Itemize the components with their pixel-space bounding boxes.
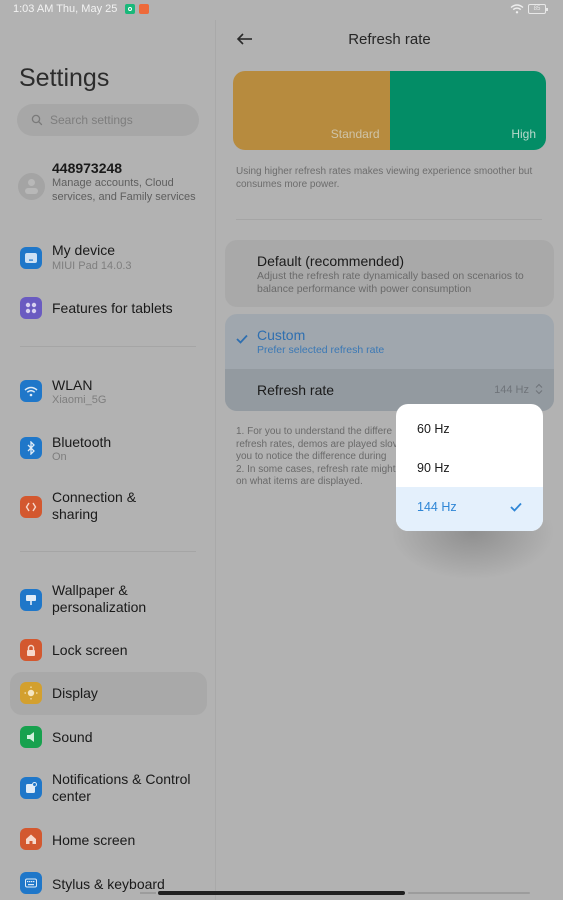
option-custom[interactable]: Custom Prefer selected refresh rate Refr… — [225, 314, 554, 411]
refresh-rate-preview-banner: Standard High — [233, 71, 546, 150]
lock-icon — [20, 639, 42, 661]
nav-track — [140, 892, 156, 894]
pane-divider — [215, 20, 216, 900]
divider — [236, 219, 542, 220]
grid-icon — [20, 297, 42, 319]
checkmark-icon — [236, 334, 248, 344]
refresh-rate-label: Refresh rate — [257, 382, 335, 398]
page-title: Settings — [19, 64, 110, 92]
battery-icon: 85 — [528, 4, 548, 14]
detail-title: Refresh rate — [348, 31, 431, 48]
sidebar-item-features-for-tablets[interactable]: Features for tablets — [10, 294, 207, 322]
sidebar-item-home-screen[interactable]: Home screen — [10, 826, 207, 854]
sidebar-item-label: Wallpaper & personalization — [52, 582, 147, 615]
wifi-icon — [510, 4, 524, 14]
high-preview: High — [389, 71, 546, 150]
sidebar-item-label: Display — [52, 685, 98, 701]
sidebar-item-sub: Xiaomi_5G — [52, 394, 107, 406]
tablet-icon — [20, 247, 42, 269]
gesture-nav-handle[interactable] — [158, 891, 405, 895]
sidebar-item-connection-sharing[interactable]: Connection & sharing — [10, 487, 207, 529]
divider — [20, 551, 196, 552]
sidebar-item-label: WLAN — [52, 377, 93, 393]
standard-preview: Standard — [233, 71, 390, 150]
option-default[interactable]: Default (recommended) Adjust the refresh… — [225, 240, 554, 307]
sidebar-item-label: Stylus & keyboard — [52, 876, 165, 892]
sidebar-item-sound[interactable]: Sound — [10, 724, 207, 752]
sidebar-item-label: Sound — [52, 729, 93, 745]
standard-label: Standard — [330, 127, 380, 141]
option-default-title: Default (recommended) — [257, 253, 405, 269]
speaker-icon — [20, 726, 42, 748]
sidebar-item-label: Notifications & Control center — [52, 771, 191, 804]
search-icon — [31, 114, 43, 126]
nav-track — [408, 892, 530, 894]
sidebar-item-wlan[interactable]: WLAN Xiaomi_5G — [10, 373, 207, 413]
sidebar-item-label: Connection & sharing — [52, 489, 137, 522]
sidebar-item-my-device[interactable]: My device MIUI Pad 14.0.3 — [10, 238, 207, 278]
chevron-up-down-icon — [535, 383, 543, 395]
home-icon — [20, 828, 42, 850]
sidebar-item-wallpaper[interactable]: Wallpaper & personalization — [10, 580, 207, 622]
option-label: 60 Hz — [417, 422, 450, 436]
sidebar-item-notifications[interactable]: Notifications & Control center — [10, 770, 207, 812]
dropdown-option-60hz[interactable]: 60 Hz — [396, 409, 543, 450]
account-subtitle: Manage accounts, Cloud services, and Fam… — [52, 177, 196, 203]
keyboard-icon — [20, 872, 42, 894]
dropdown-option-144hz[interactable]: 144 Hz — [396, 487, 543, 531]
divider — [20, 346, 196, 347]
sidebar-item-sub: MIUI Pad 14.0.3 — [52, 260, 132, 272]
search-placeholder: Search settings — [50, 113, 133, 127]
sidebar-item-label: Lock screen — [52, 642, 128, 658]
sidebar-item-label: Features for tablets — [52, 300, 173, 316]
bluetooth-icon — [20, 437, 42, 459]
wifi-icon — [20, 380, 42, 402]
sidebar-item-sub: On — [52, 451, 67, 463]
option-label: 90 Hz — [417, 461, 450, 475]
refresh-rate-value: 144 Hz — [494, 384, 529, 396]
sidebar-item-label: My device — [52, 242, 116, 258]
settings-sidebar: Settings Search settings 448973248 Manag… — [0, 0, 215, 900]
option-custom-desc: Prefer selected refresh rate — [257, 344, 385, 356]
account-name: 448973248 — [52, 160, 123, 176]
banner-description: Using higher refresh rates makes viewing… — [236, 166, 533, 190]
checkmark-icon — [510, 502, 522, 512]
avatar — [18, 173, 45, 200]
wallpaper-icon — [20, 589, 42, 611]
dropdown-option-90hz[interactable]: 90 Hz — [396, 448, 543, 489]
high-label: High — [511, 127, 536, 141]
sidebar-item-label: Bluetooth — [52, 434, 112, 450]
sidebar-item-bluetooth[interactable]: Bluetooth On — [10, 430, 207, 470]
sidebar-item-lock-screen[interactable]: Lock screen — [10, 636, 207, 664]
option-default-desc: Adjust the refresh rate dynamically base… — [257, 270, 524, 295]
search-input[interactable]: Search settings — [17, 104, 199, 136]
refresh-rate-dropdown: 60 Hz 90 Hz 144 Hz — [396, 404, 543, 531]
sidebar-item-label: Home screen — [52, 832, 136, 848]
sidebar-item-display[interactable]: Display — [10, 672, 207, 715]
option-custom-title: Custom — [257, 327, 306, 343]
sun-icon — [20, 682, 42, 704]
connection-icon — [20, 496, 42, 518]
notification-icon — [20, 777, 42, 799]
option-label: 144 Hz — [417, 500, 457, 514]
